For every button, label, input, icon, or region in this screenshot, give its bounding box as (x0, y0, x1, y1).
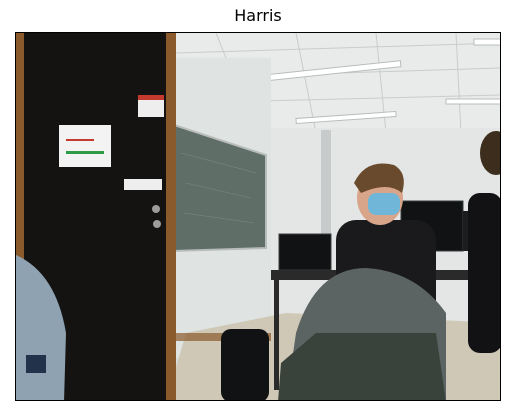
photo-frame (15, 32, 501, 401)
ceiling-light (445, 98, 500, 105)
no-entry-sticker (124, 179, 162, 190)
monitor (278, 233, 332, 271)
ceiling-light (473, 38, 500, 46)
classroom-photo (16, 33, 500, 400)
door-lock (153, 220, 161, 228)
face-mask (368, 193, 400, 215)
person-right (468, 193, 500, 353)
door-handle (152, 205, 160, 213)
backpack (221, 329, 269, 400)
door-edge (166, 33, 176, 400)
door-notice (59, 125, 111, 167)
figure-title: Harris (234, 6, 282, 25)
